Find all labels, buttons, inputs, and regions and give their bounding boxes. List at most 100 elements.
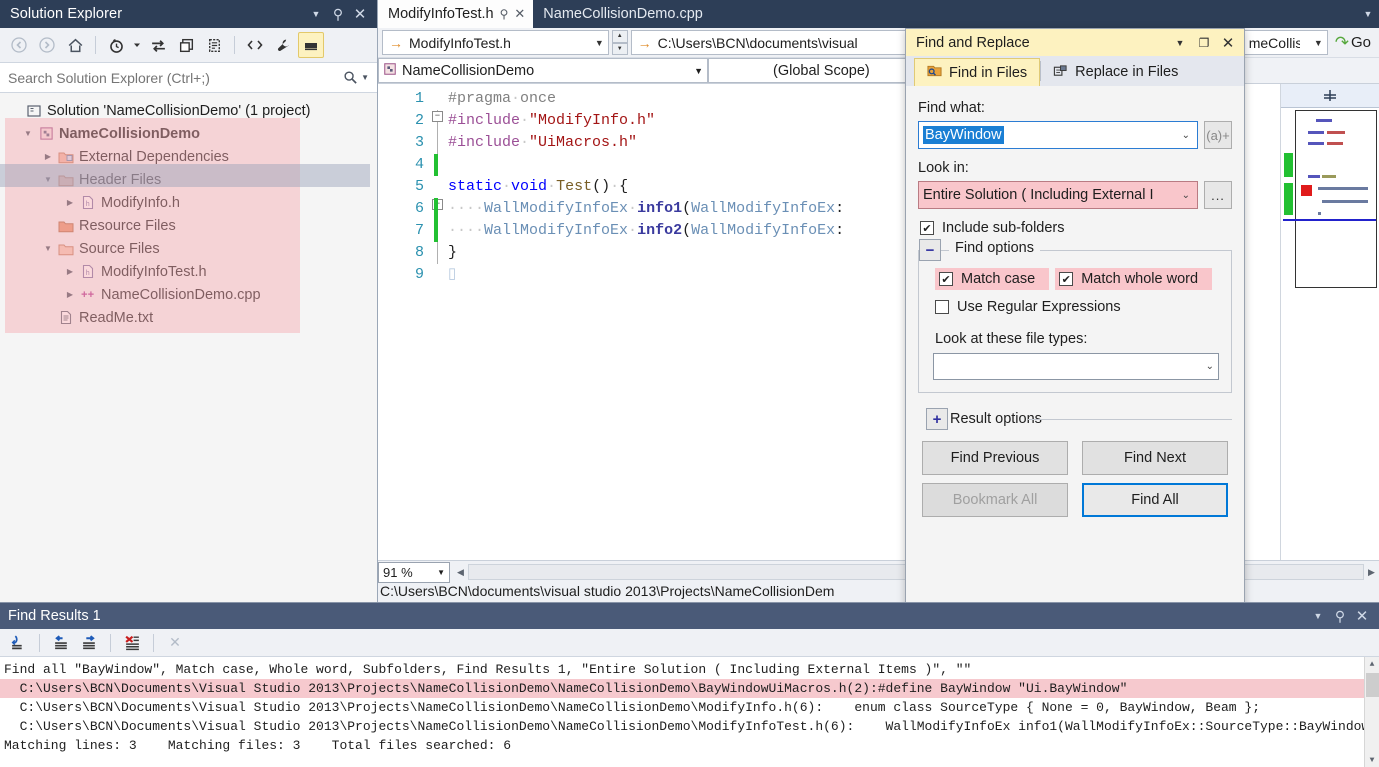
tree-item-readme-txt[interactable]: ReadMe.txt	[0, 306, 377, 329]
chevron-down-icon[interactable]: ▼	[1307, 605, 1329, 627]
find-all-button[interactable]: Find All	[1082, 483, 1228, 517]
minimap-splitter-handle[interactable]	[1281, 84, 1379, 108]
tree-item-modifyinfo-h[interactable]: ▶ h ModifyInfo.h	[0, 191, 377, 214]
browse-button[interactable]: ...	[1204, 181, 1232, 209]
chevron-collapsed-icon[interactable]: ▶	[62, 290, 78, 299]
properties-icon[interactable]	[201, 32, 227, 58]
editor-minimap[interactable]	[1280, 84, 1379, 560]
solution-explorer-search[interactable]: ▼	[0, 63, 377, 93]
spinner-down-icon[interactable]: ▼	[612, 43, 628, 56]
spinner-up-icon[interactable]: ▲	[612, 30, 628, 43]
find-results-line[interactable]: C:\Users\BCN\Documents\Visual Studio 201…	[0, 698, 1379, 717]
scope-project-combo[interactable]: NameCollisionDemo ▼	[378, 58, 708, 83]
tree-item-namecollisiondemo-cpp[interactable]: ▶ ++ NameCollisionDemo.cpp	[0, 283, 377, 306]
forward-icon[interactable]	[34, 32, 60, 58]
wrench-icon[interactable]	[270, 32, 296, 58]
go-to-location-icon[interactable]	[6, 631, 30, 655]
go-button[interactable]: ↷ Go	[1331, 33, 1375, 53]
home-icon[interactable]	[62, 32, 88, 58]
chevron-down-icon[interactable]: ▼	[1168, 32, 1192, 54]
dialog-titlebar[interactable]: Find and Replace ▼ ❐ ✕	[906, 29, 1244, 56]
previous-location-icon[interactable]	[49, 631, 73, 655]
search-icon[interactable]: ▼	[343, 70, 369, 85]
scroll-right-icon[interactable]: ▶	[1364, 567, 1379, 578]
clear-all-icon[interactable]	[120, 631, 144, 655]
sync-icon[interactable]	[145, 32, 171, 58]
close-icon[interactable]: ✕	[514, 6, 525, 22]
back-icon[interactable]	[6, 32, 32, 58]
find-next-button[interactable]: Find Next	[1082, 441, 1228, 475]
close-icon[interactable]: ✕	[349, 3, 371, 25]
chevron-expanded-icon[interactable]: ▼	[40, 244, 56, 253]
match-case-checkbox[interactable]: ✔	[939, 272, 953, 286]
find-and-replace-dialog[interactable]: Find and Replace ▼ ❐ ✕ Find in Files Rep…	[905, 28, 1245, 633]
pin-icon[interactable]: ⚲	[1329, 605, 1351, 627]
result-options-expand-toggle[interactable]: +	[926, 408, 948, 430]
chevron-expanded-icon[interactable]: ▼	[40, 175, 56, 184]
find-what-value[interactable]: BayWindow	[923, 126, 1004, 144]
tree-item-external-dependencies[interactable]: ▶ External Dependencies	[0, 145, 377, 168]
tree-item-solution[interactable]: Solution 'NameCollisionDemo' (1 project)	[0, 99, 377, 122]
tree-item-modifyinfotest-h[interactable]: ▶ h ModifyInfoTest.h	[0, 260, 377, 283]
match-whole-word-row[interactable]: ✔ Match whole word	[1055, 268, 1212, 290]
match-whole-word-checkbox[interactable]: ✔	[1059, 272, 1073, 286]
include-subfolders-checkbox[interactable]: ✔	[920, 221, 934, 235]
find-options-collapse-toggle[interactable]: −	[919, 239, 941, 261]
scroll-left-icon[interactable]: ◀	[453, 567, 468, 578]
tree-item-resource-files[interactable]: Resource Files	[0, 214, 377, 237]
preview-selected-items-icon[interactable]	[298, 32, 324, 58]
close-icon[interactable]: ✕	[1216, 32, 1240, 54]
tree-item-header-files[interactable]: ▼ Header Files	[0, 168, 377, 191]
maximize-icon[interactable]: ❐	[1192, 32, 1216, 54]
pin-icon[interactable]: ⚲	[327, 3, 349, 25]
find-previous-button[interactable]: Find Previous	[922, 441, 1068, 475]
nav-spinner[interactable]: ▲ ▼	[612, 30, 628, 55]
chevron-down-icon[interactable]: ▼	[437, 568, 445, 577]
find-results-line[interactable]: C:\Users\BCN\Documents\Visual Studio 201…	[0, 679, 1379, 698]
close-icon[interactable]: ✕	[1351, 605, 1373, 627]
chevron-down-icon[interactable]: ▼	[1306, 38, 1323, 48]
collapse-all-icon[interactable]	[173, 32, 199, 58]
nav-file-combo[interactable]: → ModifyInfoTest.h ▼	[382, 30, 609, 55]
tree-item-project[interactable]: ▼ NameCollisionDemo	[0, 122, 377, 145]
chevron-down-icon[interactable]: ▼	[587, 38, 604, 48]
chevron-down-icon[interactable]: ⌄	[1179, 190, 1193, 201]
include-subfolders-row[interactable]: ✔ Include sub-folders	[920, 220, 1232, 236]
chevron-down-icon[interactable]: ▼	[684, 66, 703, 76]
tab-replace-in-files[interactable]: Replace in Files	[1041, 58, 1190, 86]
use-regex-checkbox[interactable]	[935, 300, 949, 314]
use-regex-row[interactable]: Use Regular Expressions	[935, 299, 1219, 315]
find-results-line[interactable]: C:\Users\BCN\Documents\Visual Studio 201…	[0, 717, 1379, 736]
find-results-output[interactable]: Find all "BayWindow", Match case, Whole …	[0, 657, 1379, 767]
tree-item-source-files[interactable]: ▼ Source Files	[0, 237, 377, 260]
find-results-scrollbar[interactable]: ▲ ▼	[1364, 657, 1379, 767]
scroll-down-icon[interactable]: ▼	[1365, 753, 1379, 767]
pending-changes-icon[interactable]	[103, 32, 129, 58]
minimap-body[interactable]	[1295, 110, 1377, 288]
chevron-down-icon[interactable]: ⌄	[1179, 130, 1193, 141]
tab-namecollisiondemo-cpp[interactable]: NameCollisionDemo.cpp	[533, 0, 711, 28]
chevron-down-icon[interactable]: ⌄	[1206, 361, 1214, 372]
tab-overflow-chevron-icon[interactable]: ▼	[1357, 0, 1379, 28]
next-location-icon[interactable]	[77, 631, 101, 655]
tree-item-label: ModifyInfoTest.h	[98, 264, 207, 280]
tab-modifyinfotest-h[interactable]: ModifyInfoTest.h ⚲ ✕	[378, 0, 533, 28]
scroll-thumb[interactable]	[1366, 673, 1379, 697]
file-types-combo[interactable]: ⌄	[933, 353, 1219, 380]
zoom-level-combo[interactable]: 91 % ▼	[378, 562, 450, 583]
pin-icon[interactable]: ⚲	[500, 7, 509, 21]
chevron-collapsed-icon[interactable]: ▶	[40, 152, 56, 161]
tab-find-in-files[interactable]: Find in Files	[914, 58, 1040, 86]
scroll-up-icon[interactable]: ▲	[1365, 657, 1379, 672]
chevron-collapsed-icon[interactable]: ▶	[62, 267, 78, 276]
find-what-combo[interactable]: BayWindow ⌄	[918, 121, 1198, 149]
chevron-expanded-icon[interactable]: ▼	[20, 129, 36, 138]
look-in-combo[interactable]: Entire Solution ( Including External I ⌄	[918, 181, 1198, 209]
chevron-down-icon[interactable]	[131, 32, 143, 58]
chevron-down-icon[interactable]: ▼	[305, 3, 327, 25]
nav-path-right-combo[interactable]: meCollisi ▼	[1242, 30, 1328, 55]
search-input[interactable]	[8, 70, 343, 86]
chevron-collapsed-icon[interactable]: ▶	[62, 198, 78, 207]
show-all-files-icon[interactable]	[242, 32, 268, 58]
match-case-row[interactable]: ✔ Match case	[935, 268, 1049, 290]
